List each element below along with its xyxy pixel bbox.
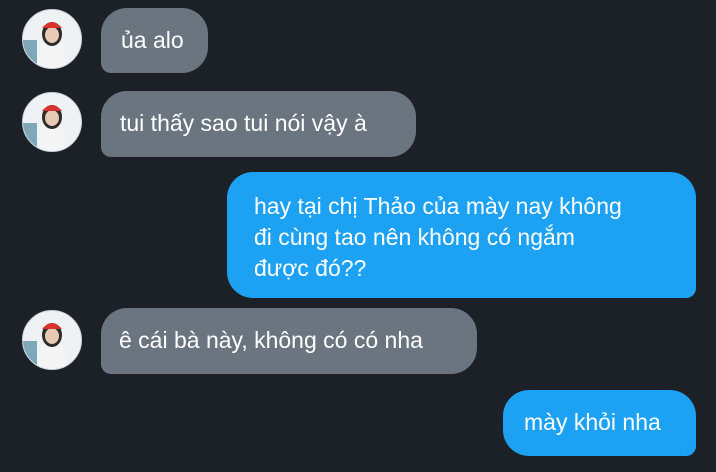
avatar[interactable] xyxy=(22,92,82,152)
message-text: ê cái bà này, không có có nha xyxy=(119,327,423,353)
avatar[interactable] xyxy=(22,310,82,370)
outgoing-message-bubble[interactable]: hay tại chị Thảo của mày nay không đi cù… xyxy=(227,172,696,298)
message-line: được đó?? xyxy=(254,255,367,281)
incoming-message-bubble[interactable]: tui thấy sao tui nói vậy à xyxy=(101,91,416,157)
message-text: ủa alo xyxy=(121,27,184,53)
message-text: mày khỏi nha xyxy=(524,409,661,435)
message-text: tui thấy sao tui nói vậy à xyxy=(120,110,367,136)
message-line: hay tại chị Thảo của mày nay không xyxy=(254,193,622,219)
message-line: đi cùng tao nên không có ngắm xyxy=(254,224,575,250)
avatar-image xyxy=(23,93,81,151)
incoming-message-bubble[interactable]: ủa alo xyxy=(101,8,208,73)
avatar[interactable] xyxy=(22,9,82,69)
avatar-image xyxy=(23,311,81,369)
outgoing-message-bubble[interactable]: mày khỏi nha xyxy=(503,390,696,456)
avatar-image xyxy=(23,10,81,68)
incoming-message-bubble[interactable]: ê cái bà này, không có có nha xyxy=(101,308,477,374)
